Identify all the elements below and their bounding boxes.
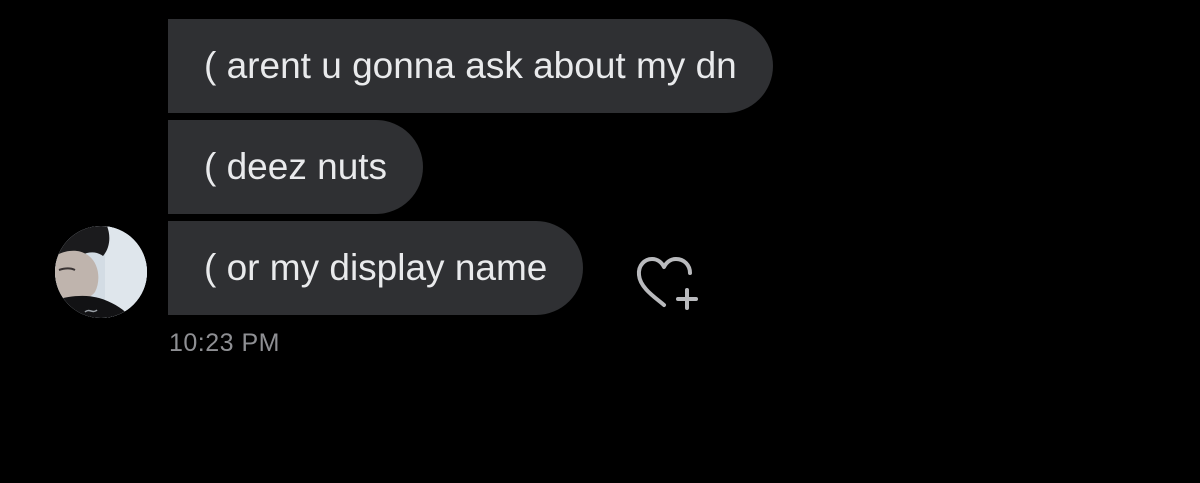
message-text: ( or my display name (204, 247, 548, 288)
message-text: ( arent u gonna ask about my dn (204, 45, 737, 86)
sender-avatar[interactable] (55, 226, 147, 318)
message-bubble[interactable]: ( arent u gonna ask about my dn (168, 19, 773, 113)
avatar-image (55, 226, 147, 318)
message-text: ( deez nuts (204, 146, 388, 187)
message-bubble[interactable]: ( deez nuts (168, 120, 424, 214)
message-thread: ( arent u gonna ask about my dn ( deez n… (0, 0, 1200, 483)
heart-plus-icon[interactable] (634, 253, 704, 313)
message-timestamp: 10:23 PM (169, 329, 281, 357)
message-bubble[interactable]: ( or my display name (168, 221, 584, 315)
